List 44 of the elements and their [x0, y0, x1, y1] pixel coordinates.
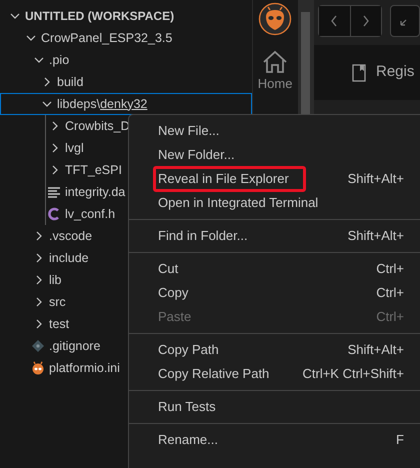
- c-letter-icon: [47, 207, 61, 221]
- tree-item-label[interactable]: test: [49, 314, 70, 334]
- tree-item-label[interactable]: .vscode: [49, 226, 92, 246]
- menu-item[interactable]: Copy Relative Path Ctrl+K Ctrl+Shift+: [129, 362, 420, 386]
- home-label[interactable]: Home: [258, 74, 292, 94]
- tree-item-label[interactable]: integrity.da: [65, 182, 126, 202]
- shortcut-text: Ctrl+K Ctrl+Shift+: [302, 365, 404, 384]
- tree-item-label[interactable]: .pio: [49, 50, 70, 70]
- shortcut-text: F: [396, 431, 404, 450]
- alien-head-icon: [31, 361, 45, 375]
- shortcut-text: Shift+Alt+: [348, 227, 404, 246]
- menu-item[interactable]: New File...: [129, 119, 420, 143]
- menu-item[interactable]: Rename... F: [129, 428, 420, 452]
- shortcut-text: Shift+Alt+: [348, 341, 404, 360]
- menu-item[interactable]: Find in Folder... Shift+Alt+: [129, 224, 420, 248]
- menu-item[interactable]: New Folder...: [129, 143, 420, 167]
- tree-item-label[interactable]: build: [57, 72, 84, 92]
- menu-item[interactable]: Copy Path Shift+Alt+: [129, 338, 420, 362]
- shortcut-text: Ctrl+: [376, 284, 404, 302]
- lines-icon: [47, 185, 61, 199]
- tree-item-label[interactable]: .gitignore: [49, 336, 100, 356]
- diamond-icon: [31, 339, 45, 353]
- book-icon: [352, 64, 366, 82]
- tree-item-label[interactable]: platformio.ini: [49, 358, 120, 378]
- tree-item-label[interactable]: lvgl: [65, 138, 84, 158]
- menu-item[interactable]: Copy Ctrl+: [129, 281, 420, 305]
- tree-item-label[interactable]: lv_conf.h: [65, 204, 116, 224]
- menu-item[interactable]: Cut Ctrl+: [129, 257, 420, 281]
- tree-item-label[interactable]: TFT_eSPI: [65, 160, 122, 180]
- menu-item[interactable]: Run Tests: [129, 395, 420, 419]
- menu-item[interactable]: Reveal in File Explorer Shift+Alt+: [129, 167, 420, 191]
- home-icon[interactable]: [262, 50, 288, 74]
- tree-item-label[interactable]: include: [49, 248, 89, 268]
- annotation-box: Reveal in File Explorer: [153, 166, 306, 192]
- menu-item[interactable]: Open in Integrated Terminal: [129, 191, 420, 215]
- tree-item-label[interactable]: lib: [49, 270, 62, 290]
- workspace-title[interactable]: UNTITLED (WORKSPACE): [25, 7, 174, 25]
- shortcut-text: Ctrl+: [376, 308, 404, 326]
- tree-item-label[interactable]: src: [49, 292, 66, 312]
- alien-logo-icon[interactable]: [258, 2, 292, 36]
- tree-item-label[interactable]: CrowPanel_ESP32_3.5: [41, 28, 172, 48]
- shortcut-text: Ctrl+: [376, 260, 404, 278]
- shortcut-text: Shift+Alt+: [348, 170, 404, 188]
- tree-item-label[interactable]: Crowbits_D: [65, 116, 130, 136]
